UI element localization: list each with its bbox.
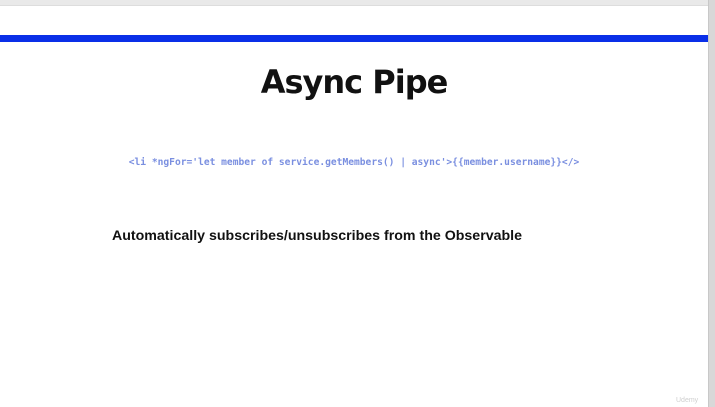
viewer-right-frame <box>708 0 715 407</box>
slide-bullet: Automatically subscribes/unsubscribes fr… <box>112 228 522 244</box>
udemy-watermark: Udemy <box>676 397 699 404</box>
presentation-viewer: Async Pipe <li *ngFor='let member of ser… <box>0 0 715 407</box>
slide-title: Async Pipe <box>260 63 449 101</box>
code-snippet: <li *ngFor='let member of service.getMem… <box>128 157 580 168</box>
slide: Async Pipe <li *ngFor='let member of ser… <box>0 6 708 407</box>
accent-bar <box>0 35 708 42</box>
